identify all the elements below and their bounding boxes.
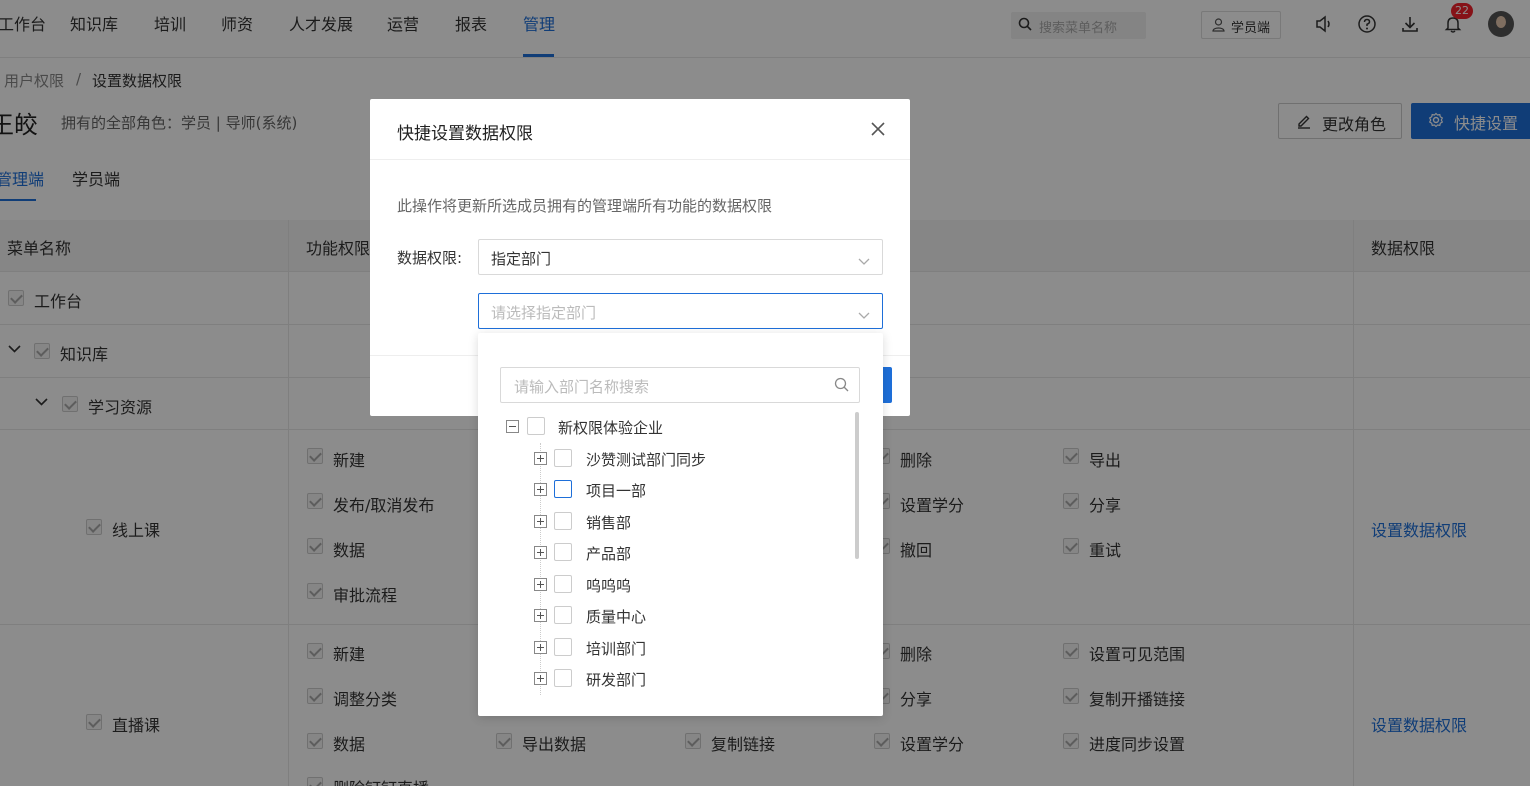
expand-icon[interactable] (534, 609, 547, 622)
tree-checkbox[interactable] (554, 449, 572, 467)
close-icon[interactable] (869, 120, 889, 140)
tree-node[interactable]: 产品部 (534, 543, 834, 565)
department-search-input[interactable]: 请输入部门名称搜索 (500, 367, 860, 403)
tree-node[interactable]: 销售部 (534, 512, 834, 534)
tree-node[interactable]: 沙赞测试部门同步 (534, 449, 834, 471)
search-icon (834, 377, 849, 396)
tree-node[interactable]: 培训部门 (534, 638, 834, 660)
expand-icon[interactable] (534, 483, 547, 496)
tree-node[interactable]: 质量中心 (534, 606, 834, 628)
department-select[interactable]: 请选择指定部门 (478, 293, 883, 329)
dropdown-scrollbar[interactable] (855, 412, 859, 559)
expand-icon[interactable] (534, 672, 547, 685)
tree-node-label: 新权限体验企业 (558, 419, 664, 437)
tree-node-label: 培训部门 (586, 640, 647, 658)
expand-icon[interactable] (534, 546, 547, 559)
tree-node-label: 呜呜呜 (586, 577, 632, 595)
permission-scope-select[interactable]: 指定部门 (478, 239, 883, 275)
modal-description: 此操作将更新所选成员拥有的管理端所有功能的数据权限 (397, 197, 773, 215)
chevron-down-icon (858, 306, 870, 324)
tree-node-label: 沙赞测试部门同步 (586, 451, 707, 469)
expand-icon[interactable] (534, 578, 547, 591)
collapse-icon[interactable] (506, 420, 519, 433)
tree-checkbox[interactable] (554, 575, 572, 593)
tree-checkbox[interactable] (554, 606, 572, 624)
tree-checkbox[interactable] (554, 480, 572, 498)
tree-checkbox[interactable] (554, 512, 572, 530)
tree-checkbox[interactable] (527, 417, 545, 435)
chevron-down-icon (858, 252, 870, 270)
tree-checkbox[interactable] (554, 543, 572, 561)
department-search-placeholder: 请输入部门名称搜索 (514, 378, 650, 396)
tree-node-label: 产品部 (586, 545, 632, 563)
tree-checkbox[interactable] (554, 669, 572, 687)
expand-icon[interactable] (534, 515, 547, 528)
tree-node-label: 质量中心 (586, 608, 647, 626)
modal-divider (370, 159, 910, 160)
tree-checkbox[interactable] (554, 638, 572, 656)
tree-node[interactable]: 项目一部 (534, 480, 834, 502)
expand-icon[interactable] (534, 641, 547, 654)
permission-scope-value: 指定部门 (491, 250, 552, 268)
tree-node-label: 项目一部 (586, 482, 647, 500)
modal-title: 快捷设置数据权限 (397, 124, 533, 144)
tree-node[interactable]: 研发部门 (534, 669, 834, 691)
data-permission-label: 数据权限: (397, 249, 463, 267)
tree-node-label: 研发部门 (586, 671, 647, 689)
tree-node[interactable]: 呜呜呜 (534, 575, 834, 597)
expand-icon[interactable] (534, 452, 547, 465)
department-placeholder: 请选择指定部门 (491, 304, 597, 322)
tree-node-root[interactable]: 新权限体验企业 (506, 417, 826, 439)
department-dropdown: 请输入部门名称搜索 新权限体验企业 沙赞测试部门同步 项目一部 销售部 产品部 … (478, 333, 883, 716)
tree-node-label: 销售部 (586, 514, 632, 532)
